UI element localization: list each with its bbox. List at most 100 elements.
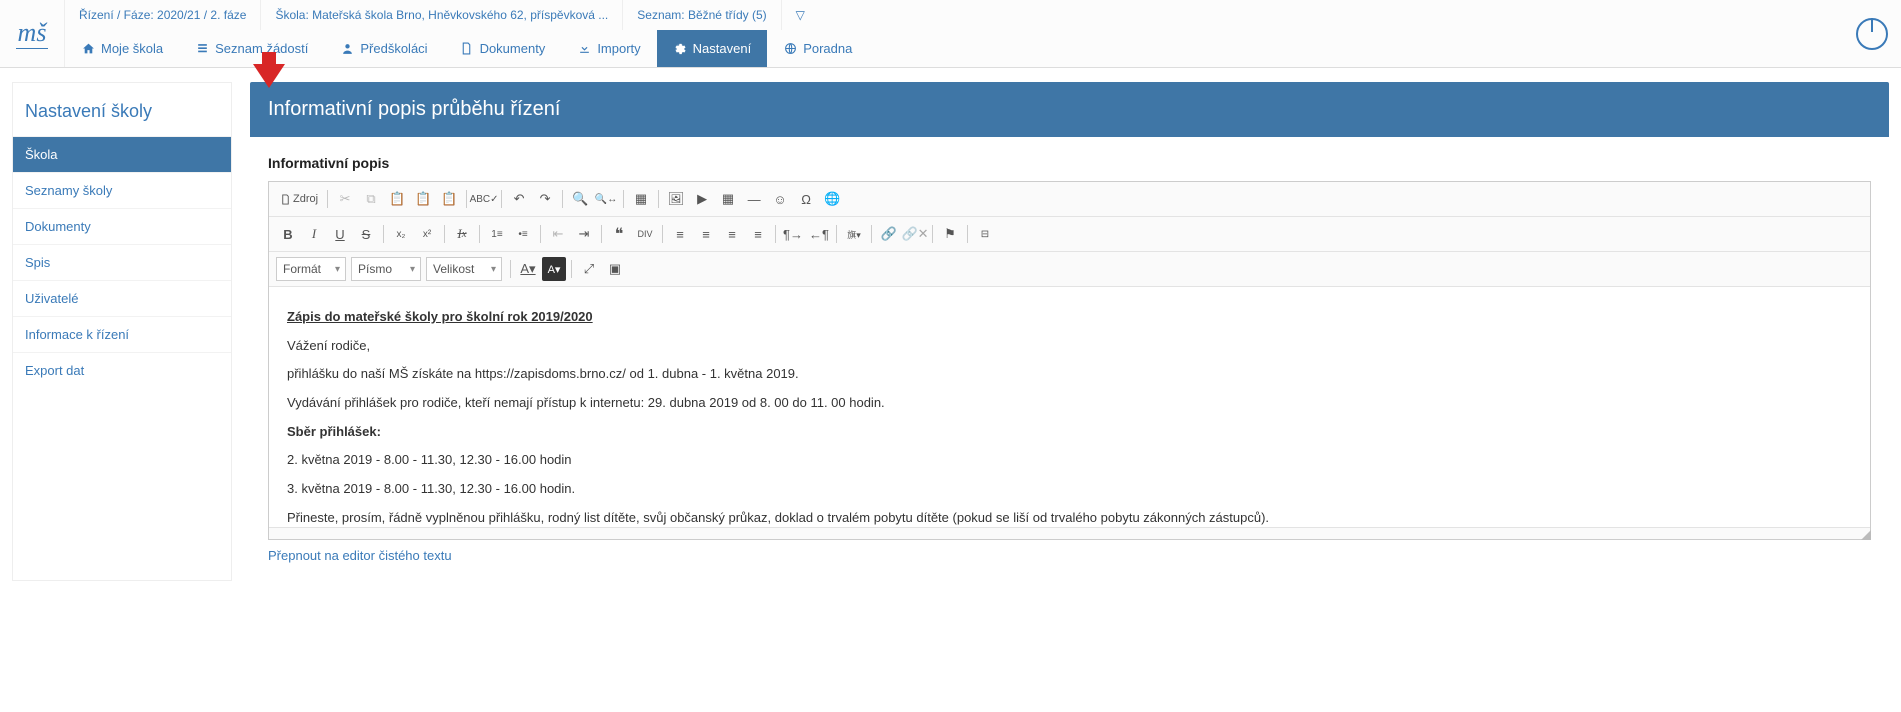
- download-icon: [577, 42, 591, 56]
- undo-icon[interactable]: ↶: [507, 187, 531, 211]
- align-justify-icon[interactable]: ≡: [746, 222, 770, 246]
- top-link-rizeni[interactable]: Řízení / Fáze: 2020/21 / 2. fáze: [65, 0, 261, 30]
- iframe-icon[interactable]: 🌐: [820, 187, 844, 211]
- bulletlist-icon[interactable]: •≡: [511, 222, 535, 246]
- bold-icon[interactable]: B: [276, 222, 300, 246]
- indent-icon[interactable]: ⇥: [572, 222, 596, 246]
- strike-icon[interactable]: S: [354, 222, 378, 246]
- content-p3: Vydávání přihlášek pro rodiče, kteří nem…: [287, 391, 1852, 416]
- logo[interactable]: mš: [0, 0, 65, 67]
- sidebar-item-seznamy[interactable]: Seznamy školy: [13, 172, 231, 208]
- maximize-icon[interactable]: ⤢: [577, 257, 601, 281]
- resize-handle[interactable]: [1861, 530, 1871, 540]
- textcolor-icon[interactable]: A▾: [516, 257, 540, 281]
- power-icon: [1856, 18, 1888, 50]
- content-p4: Sběr přihlášek:: [287, 420, 1852, 445]
- selectall-icon[interactable]: ▦: [629, 187, 653, 211]
- list-icon: [195, 42, 209, 56]
- align-right-icon[interactable]: ≡: [720, 222, 744, 246]
- sidebar-item-skola[interactable]: Škola: [13, 136, 231, 172]
- div-icon[interactable]: DIV: [633, 222, 657, 246]
- content-p2: přihlášku do naší MŠ získáte na https://…: [287, 362, 1852, 387]
- source-button[interactable]: Zdroj: [276, 187, 322, 211]
- hr-icon[interactable]: —: [742, 187, 766, 211]
- specialchar-icon[interactable]: Ω: [794, 187, 818, 211]
- red-arrow-indicator: [253, 64, 285, 88]
- switch-editor-link[interactable]: Přepnout na editor čistého textu: [268, 548, 452, 563]
- content-p7: Přineste, prosím, řádně vyplněnou přihlá…: [287, 506, 1852, 527]
- bgcolor-icon[interactable]: A▾: [542, 257, 566, 281]
- cut-icon[interactable]: ✂: [333, 187, 357, 211]
- top-link-more[interactable]: ▽: [782, 0, 819, 30]
- editor-content-area[interactable]: Zápis do mateřské školy pro školní rok 2…: [269, 287, 1870, 527]
- link-icon[interactable]: 🔗: [877, 222, 901, 246]
- separator: [658, 190, 659, 208]
- document-icon: [460, 42, 474, 56]
- italic-icon[interactable]: I: [302, 222, 326, 246]
- sidebar-item-informace[interactable]: Informace k řízení: [13, 316, 231, 352]
- flash-icon[interactable]: ▶: [690, 187, 714, 211]
- copy-icon[interactable]: ⧉: [359, 187, 383, 211]
- unlink-icon[interactable]: 🔗✕: [903, 222, 927, 246]
- paste-icon[interactable]: 📋: [385, 187, 409, 211]
- sidebar-item-dokumenty[interactable]: Dokumenty: [13, 208, 231, 244]
- spellcheck-icon[interactable]: ABC✓: [472, 187, 496, 211]
- table-icon[interactable]: ▦: [716, 187, 740, 211]
- image-icon[interactable]: 🖼: [664, 187, 688, 211]
- redo-icon[interactable]: ↷: [533, 187, 557, 211]
- separator: [479, 225, 480, 243]
- format-select[interactable]: Formát: [276, 257, 346, 281]
- editor-wrap: Zdroj ✂ ⧉ 📋 📋 📋 ABC✓ ↶ ↷ 🔍 🔍↔: [268, 181, 1871, 540]
- blockquote-icon[interactable]: ❝: [607, 222, 631, 246]
- find-icon[interactable]: 🔍: [568, 187, 592, 211]
- nav-moje-skola[interactable]: Moje škola: [65, 30, 179, 67]
- numberedlist-icon[interactable]: 1≡: [485, 222, 509, 246]
- nav-label: Nastavení: [693, 41, 752, 56]
- nav-seznam-zadosti[interactable]: Seznam žádostí: [179, 30, 324, 67]
- topbar-main: Řízení / Fáze: 2020/21 / 2. fáze Škola: …: [65, 0, 1843, 67]
- outdent-icon[interactable]: ⇤: [546, 222, 570, 246]
- sidebar-item-uzivatele[interactable]: Uživatelé: [13, 280, 231, 316]
- sidebar-item-spis[interactable]: Spis: [13, 244, 231, 280]
- logout-button[interactable]: [1843, 0, 1901, 67]
- nav-label: Poradna: [803, 41, 852, 56]
- top-link-seznam[interactable]: Seznam: Běžné třídy (5): [623, 0, 781, 30]
- nav-predskolaci[interactable]: Předškoláci: [324, 30, 443, 67]
- language-icon[interactable]: 旗▾: [842, 222, 866, 246]
- toolbar-row-3: Formát Písmo Velikost A▾ A▾ ⤢ ▣: [269, 252, 1870, 287]
- pagebreak-icon[interactable]: ⊟: [973, 222, 997, 246]
- nav-poradna[interactable]: Poradna: [767, 30, 868, 67]
- topbar: mš Řízení / Fáze: 2020/21 / 2. fáze Škol…: [0, 0, 1901, 68]
- smiley-icon[interactable]: ☺: [768, 187, 792, 211]
- align-center-icon[interactable]: ≡: [694, 222, 718, 246]
- anchor-icon[interactable]: ⚑: [938, 222, 962, 246]
- nav-nastaveni[interactable]: Nastavení: [657, 30, 768, 67]
- nav-dokumenty[interactable]: Dokumenty: [444, 30, 562, 67]
- ltr-icon[interactable]: ¶→: [781, 222, 805, 246]
- font-select[interactable]: Písmo: [351, 257, 421, 281]
- nav-label: Předškoláci: [360, 41, 427, 56]
- globe-icon: [783, 42, 797, 56]
- rtl-icon[interactable]: ←¶: [807, 222, 831, 246]
- underline-icon[interactable]: U: [328, 222, 352, 246]
- separator: [571, 260, 572, 278]
- section-label: Informativní popis: [268, 155, 1871, 171]
- separator: [775, 225, 776, 243]
- replace-icon[interactable]: 🔍↔: [594, 187, 618, 211]
- size-select[interactable]: Velikost: [426, 257, 502, 281]
- sidebar-item-export[interactable]: Export dat: [13, 352, 231, 388]
- paste-word-icon[interactable]: 📋: [437, 187, 461, 211]
- top-breadcrumb-row: Řízení / Fáze: 2020/21 / 2. fáze Škola: …: [65, 0, 1843, 30]
- align-left-icon[interactable]: ≡: [668, 222, 692, 246]
- nav-row: Moje škola Seznam žádostí Předškoláci Do…: [65, 30, 1843, 67]
- subscript-icon[interactable]: x₂: [389, 222, 413, 246]
- removeformat-icon[interactable]: Ix: [450, 222, 474, 246]
- paste-text-icon[interactable]: 📋: [411, 187, 435, 211]
- top-link-skola[interactable]: Škola: Mateřská škola Brno, Hněvkovského…: [261, 0, 623, 30]
- showblocks-icon[interactable]: ▣: [603, 257, 627, 281]
- superscript-icon[interactable]: x²: [415, 222, 439, 246]
- separator: [932, 225, 933, 243]
- separator: [967, 225, 968, 243]
- separator: [662, 225, 663, 243]
- nav-importy[interactable]: Importy: [561, 30, 656, 67]
